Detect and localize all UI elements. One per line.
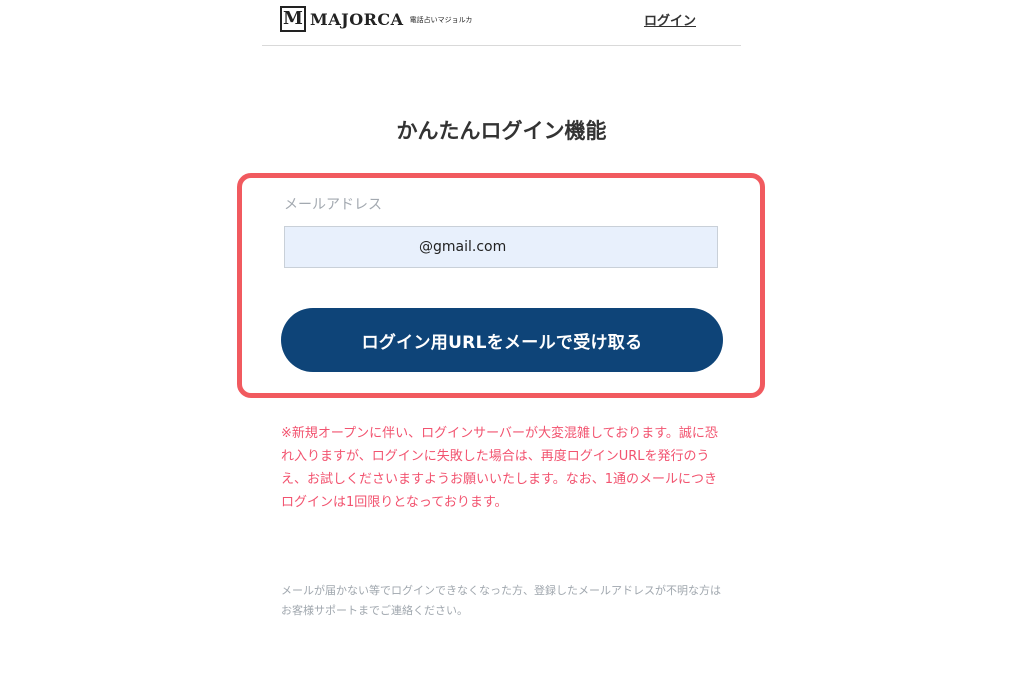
- help-text: メールが届かない等でログインできなくなった方、登録したメールアドレスが不明な方は…: [281, 584, 721, 617]
- page-title: かんたんログイン機能: [396, 119, 607, 143]
- request-login-url-button[interactable]: ログイン用URLをメールで受け取る: [281, 308, 723, 372]
- logo-text: MAJORCA: [310, 9, 404, 29]
- logo-mark-icon: M: [280, 6, 306, 32]
- logo-mark-letter: M: [283, 8, 303, 29]
- page: M MAJORCA 電話占いマジョルカ ログイン かんたんログイン機能 メールア…: [0, 0, 1024, 683]
- site-logo[interactable]: M MAJORCA 電話占いマジョルカ: [280, 4, 472, 34]
- site-header: M MAJORCA 電話占いマジョルカ ログイン: [262, 0, 741, 46]
- login-link[interactable]: ログイン: [644, 10, 696, 29]
- logo-subtitle: 電話占いマジョルカ: [409, 16, 473, 24]
- email-field[interactable]: [284, 226, 718, 268]
- email-label: メールアドレス: [284, 197, 382, 213]
- notice-text: ※新規オープンに伴い、ログインサーバーが大変混雑しております。誠に恐れ入りますが…: [281, 426, 718, 510]
